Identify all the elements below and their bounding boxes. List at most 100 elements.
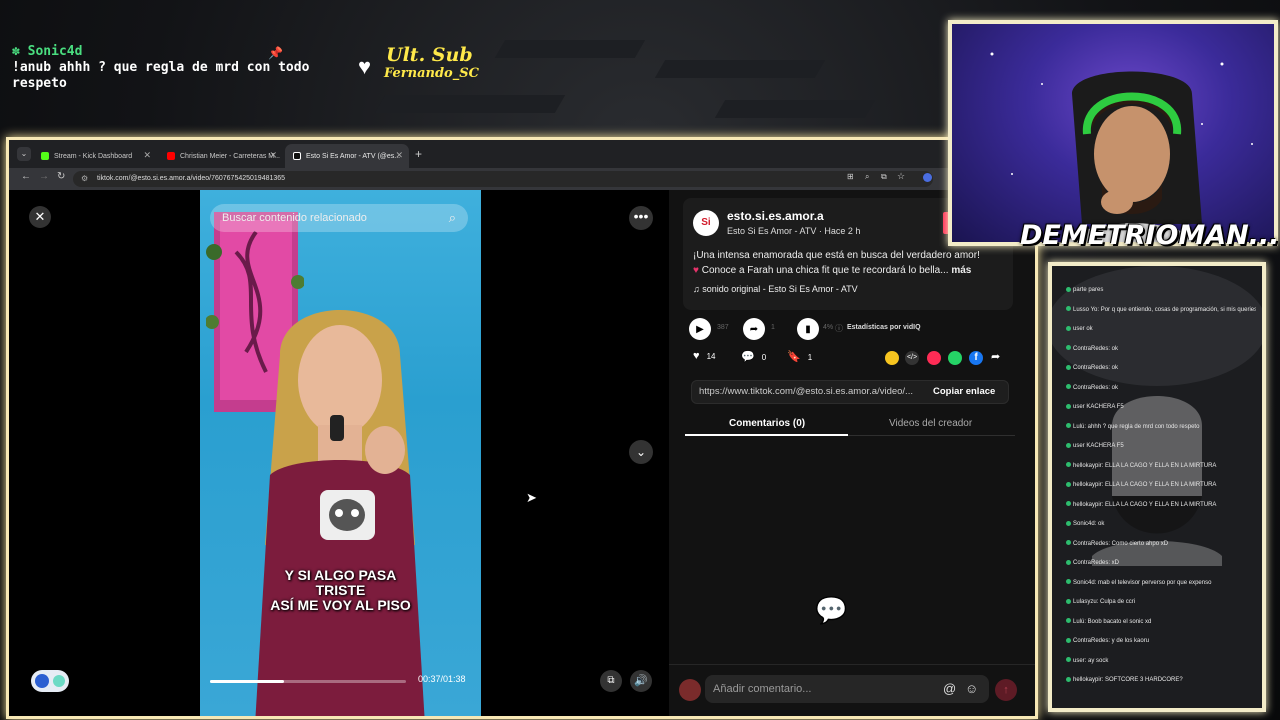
video-player[interactable]: Buscar contenido relacionado ⌕ Y SI ALGO… — [200, 190, 481, 716]
user-badge-icon — [1066, 579, 1071, 585]
search-icon[interactable]: ⌕ — [449, 204, 456, 232]
post-info-panel: Si esto.si.es.amor.a Esto Si Es Amor - A… — [669, 190, 1035, 716]
extension-icon[interactable] — [923, 173, 932, 182]
heart-emoji-icon: ♥ — [693, 265, 699, 276]
picture-in-picture-button[interactable]: ⧉ — [600, 670, 622, 692]
play-icon: ▶ — [696, 323, 704, 335]
avatar-text: Si — [701, 217, 711, 228]
bookmark-star-icon[interactable]: ☆ — [897, 171, 905, 182]
tab-title: Esto Si Es Amor - ATV (@es... — [306, 152, 401, 160]
back-icon[interactable]: ← — [21, 171, 31, 182]
close-tab-icon[interactable]: ✕ — [269, 150, 277, 161]
analytics-percent: 4% — [823, 324, 834, 331]
user-badge-icon — [1066, 598, 1071, 604]
analytics-button[interactable]: ▮ — [797, 318, 819, 340]
reload-icon[interactable]: ↻ — [57, 171, 65, 182]
zoom-icon[interactable]: ⌕ — [865, 172, 869, 182]
streamer-name: DEMETRIOMAN... — [1020, 220, 1280, 251]
video-link-url[interactable]: https://www.tiktok.com/@esto.si.es.amor.… — [699, 386, 923, 397]
tiktok-page: ✕ Buscar contenido relacionado ⌕ Y SI AL… — [9, 190, 1035, 716]
tab-title: Stream - Kick Dashboard — [54, 152, 133, 160]
sound-row[interactable]: ♫ sonido original - Esto Si Es Amor - AT… — [693, 284, 858, 294]
user-avatar[interactable] — [679, 679, 701, 701]
embed-icon[interactable]: </> — [905, 351, 919, 365]
url-input[interactable]: ⚙ tiktok.com/@esto.si.es.amor.a/video/76… — [73, 171, 933, 187]
bar-chart-icon: ▮ — [805, 323, 811, 335]
mouse-cursor-icon: ➤ — [526, 490, 537, 505]
close-tab-icon[interactable]: ✕ — [143, 150, 151, 161]
close-tab-icon[interactable]: ✕ — [395, 150, 403, 161]
tab-youtube[interactable]: Christian Meier - Carreteras M... ✕ — [159, 144, 283, 168]
user-badge-icon — [1066, 501, 1071, 507]
tab-tiktok[interactable]: Esto Si Es Amor - ATV (@es... ✕ — [285, 144, 409, 168]
chat-line: hellokaypir: ELLA LA CAGO Y ELLA EN LA M… — [1066, 462, 1256, 470]
related-search-placeholder: Buscar contenido relacionado — [222, 212, 367, 224]
chat-line: ContraRedes: ok — [1066, 364, 1256, 372]
more-options-button[interactable]: ••• — [629, 206, 653, 230]
like-button[interactable]: ♥ 14 — [693, 350, 716, 362]
tab-title: Christian Meier - Carreteras M... — [180, 152, 280, 160]
close-video-button[interactable]: ✕ — [29, 206, 51, 228]
post-description-line2: ♥ Conoce a Farah una chica fit que te re… — [693, 265, 971, 276]
video-progress-fill — [210, 680, 285, 683]
post-description: ¡Una intensa enamorada que está en busca… — [693, 250, 980, 261]
video-caption: Y SI ALGO PASA TRISTE ASÍ ME VOY AL PISO — [200, 568, 481, 613]
user-badge-icon — [1066, 637, 1071, 643]
comment-input[interactable]: Añadir comentario... @ ☺ — [705, 675, 989, 703]
facebook-icon[interactable]: f — [969, 351, 983, 365]
creator-username[interactable]: esto.si.es.amor.a — [727, 209, 824, 223]
site-info-icon[interactable]: ⚙ — [81, 171, 88, 187]
last-sub-title: Ult. Sub — [386, 44, 473, 66]
mention-icon[interactable]: @ — [943, 675, 956, 703]
heart-icon: ♥ — [693, 350, 700, 362]
comment-placeholder: Añadir comentario... — [713, 683, 812, 695]
tab-kick-dashboard[interactable]: Stream - Kick Dashboard ✕ — [33, 144, 157, 168]
extension-badge-button[interactable] — [31, 670, 69, 692]
tab-creator-videos[interactable]: Videos del creador — [889, 418, 972, 429]
new-tab-button[interactable]: + — [415, 147, 422, 161]
forward-icon[interactable]: → — [39, 171, 49, 182]
chat-line: user KACHERA F5 — [1066, 442, 1256, 450]
play-stats-button[interactable]: ▶ — [689, 318, 711, 340]
user-badge-icon — [1066, 676, 1071, 682]
chat-username: Sonic4d — [27, 44, 83, 59]
emoji-icon[interactable]: ☺ — [965, 675, 978, 703]
chat-line: hellokaypir: ELLA LA CAGO Y ELLA EN LA M… — [1066, 481, 1256, 489]
share-stats-button[interactable]: ➦ — [743, 318, 765, 340]
creator-subtitle: Esto Si Es Amor - ATV · Hace 2 h — [727, 226, 861, 236]
next-video-button[interactable]: ⌄ — [629, 440, 653, 464]
send-icon[interactable] — [927, 351, 941, 365]
more-link[interactable]: más — [951, 265, 971, 276]
browser-window: ⌄ Stream - Kick Dashboard ✕ Christian Me… — [6, 137, 1038, 719]
chat-line: Lulú: Boob bacato el sonic xd — [1066, 618, 1256, 626]
tab-comments[interactable]: Comentarios (0) — [729, 418, 805, 429]
whatsapp-icon[interactable] — [948, 351, 962, 365]
tiktok-icon — [293, 152, 301, 160]
volume-button[interactable]: 🔊 — [630, 670, 652, 692]
url-text: tiktok.com/@esto.si.es.amor.a/video/7607… — [97, 175, 286, 182]
address-bar-row: ← → ↻ ⚙ tiktok.com/@esto.si.es.amor.a/vi… — [9, 168, 1035, 190]
user-badge-icon — [1066, 540, 1071, 546]
comment-button[interactable]: 💬 0 — [741, 350, 766, 363]
tab-list-button[interactable]: ⌄ — [17, 147, 31, 161]
chat-line: hellokaypir: ELLA LA CAGO Y ELLA EN LA M… — [1066, 501, 1256, 509]
copy-link-button[interactable]: Copiar enlace — [933, 386, 995, 397]
save-button[interactable]: 🔖 1 — [787, 350, 812, 363]
youtube-icon — [167, 152, 175, 160]
no-comments-icon: 💬 — [815, 595, 848, 625]
chat-line: Sonic4d: ok — [1066, 520, 1256, 528]
chat-line: parte pares — [1066, 286, 1256, 294]
chat-line: Sonic4d: mab el televisor perverso por q… — [1066, 579, 1256, 587]
cast-icon[interactable]: ⧉ — [881, 172, 887, 182]
related-search-input[interactable]: Buscar contenido relacionado ⌕ — [210, 204, 468, 232]
more-share-icon[interactable]: ➦ — [991, 350, 1000, 363]
creator-avatar[interactable]: Si — [693, 210, 719, 236]
woman-in-video-image — [255, 310, 425, 716]
share-emoji-icon[interactable] — [885, 351, 899, 365]
tab-active-indicator — [685, 434, 848, 436]
user-badge-icon — [1066, 481, 1071, 487]
comment-bar: Añadir comentario... @ ☺ ↑ — [669, 664, 1035, 716]
translate-icon[interactable]: ⊞ — [847, 172, 854, 181]
post-comment-button[interactable]: ↑ — [995, 679, 1017, 701]
chat-line: user KACHERA F5 — [1066, 403, 1256, 411]
